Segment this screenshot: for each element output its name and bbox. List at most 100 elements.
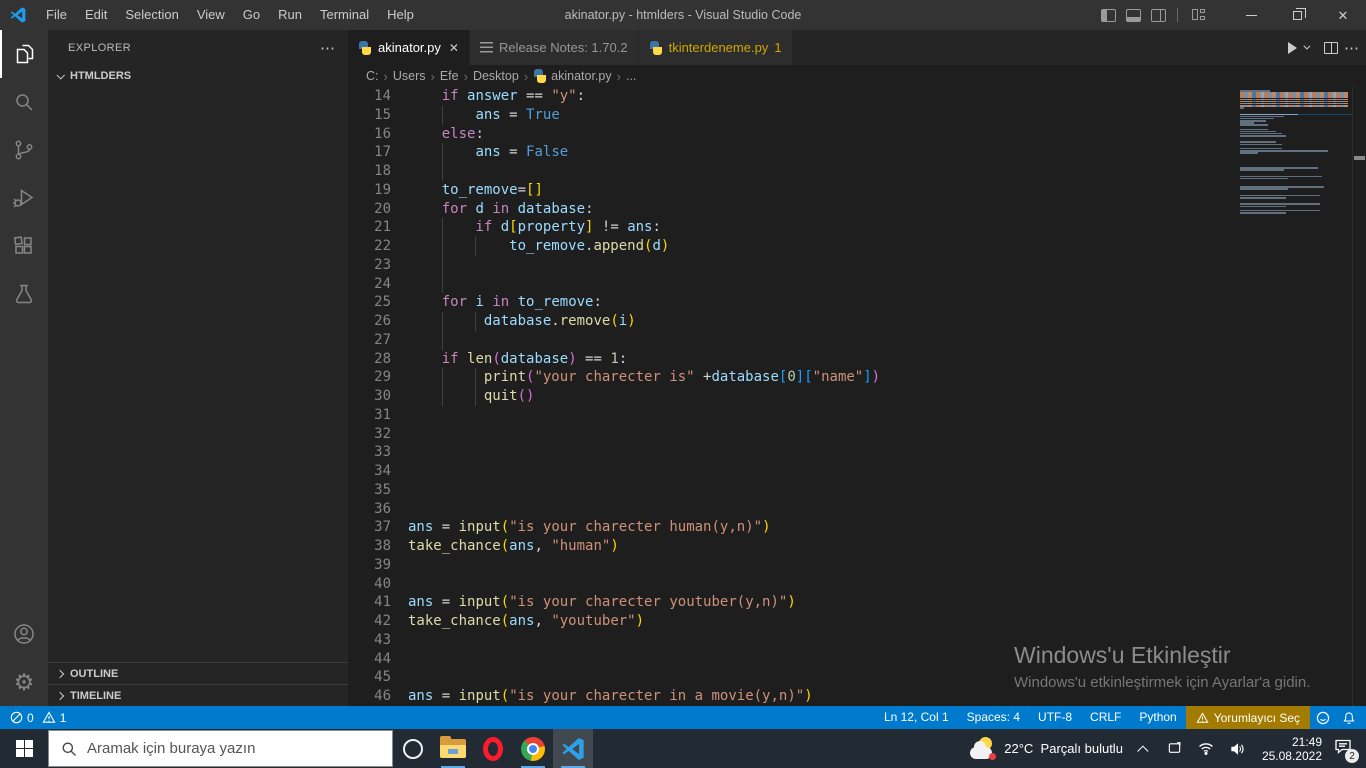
line-number: 17 — [374, 144, 391, 161]
select-interpreter-button[interactable]: Yorumlayıcı Seç — [1185, 706, 1310, 729]
titlebar-separator — [1177, 8, 1178, 22]
explorer-actions-icon[interactable]: ⋯ — [320, 39, 336, 57]
split-editor-icon[interactable] — [1324, 41, 1338, 54]
taskbar-search[interactable] — [48, 730, 393, 767]
toggle-panel-icon[interactable] — [1126, 8, 1141, 22]
settings-gear-icon[interactable]: ⚙ — [0, 658, 48, 706]
search-icon[interactable] — [0, 78, 48, 126]
toggle-sidebar-icon[interactable] — [1101, 8, 1116, 22]
breadcrumb-separator: › — [523, 68, 529, 84]
menu-item-file[interactable]: File — [37, 0, 76, 30]
minimize-button[interactable] — [1228, 0, 1274, 30]
sidebar-folder-htmlders[interactable]: HTMLDERS — [48, 65, 348, 87]
code-line-24: 24 — [348, 274, 1240, 294]
line-number: 19 — [374, 181, 391, 198]
code-line-38: 38 take_chance(ans, "human") — [348, 537, 1240, 556]
code-line-37: 37 ans = input("is your charecter human(y… — [348, 518, 1240, 537]
windows-logo-icon — [15, 740, 33, 757]
sidebar-section-timeline[interactable]: TIMELINE — [48, 684, 348, 706]
tab-label: Release Notes: 1.70.2 — [498, 40, 628, 55]
sidebar-section-outline[interactable]: OUTLINE — [48, 662, 348, 684]
notifications-bell-icon[interactable] — [1336, 706, 1362, 729]
accounts-icon[interactable] — [0, 610, 48, 658]
title-bar: File Edit Selection View Go Run Terminal Help a… — [0, 0, 1366, 30]
close-button[interactable]: ✕ — [1320, 0, 1366, 30]
file-explorer-button[interactable] — [433, 729, 473, 768]
source-control-icon[interactable] — [0, 126, 48, 174]
testing-icon[interactable] — [0, 270, 48, 318]
menu-item-edit[interactable]: Edit — [76, 0, 116, 30]
chrome-button[interactable] — [513, 729, 553, 768]
menu-item-terminal[interactable]: Terminal — [311, 0, 378, 30]
run-dropdown-icon[interactable] — [1303, 42, 1311, 50]
extensions-icon[interactable] — [0, 222, 48, 270]
windows-taskbar: 22°C Parçalı bulutlu 21:49 25.08.2022 2 — [0, 729, 1366, 768]
line-number: 27 — [374, 331, 391, 348]
cortana-button[interactable] — [393, 729, 433, 768]
run-python-file-icon[interactable] — [1288, 41, 1297, 54]
python-icon — [533, 69, 547, 83]
line-number: 26 — [374, 313, 391, 329]
explorer-sidebar: EXPLORER ⋯ HTMLDERS OUTLINE TIMELINE — [48, 30, 348, 706]
weather-status[interactable]: 22°C Parçalı bulutlu — [1004, 741, 1123, 756]
breadcrumb-item[interactable]: Efe — [440, 69, 459, 83]
close-icon[interactable]: ✕ — [449, 41, 459, 55]
chevron-right-icon — [55, 691, 65, 700]
show-hidden-icons-chevron[interactable] — [1137, 744, 1149, 757]
menu-item-run[interactable]: Run — [269, 0, 311, 30]
breadcrumb-item[interactable]: C: — [366, 69, 379, 83]
volume-icon[interactable] — [1230, 742, 1245, 756]
restore-button[interactable] — [1274, 0, 1320, 30]
start-button[interactable] — [0, 729, 48, 768]
minimap[interactable] — [1240, 87, 1352, 706]
menu-item-go[interactable]: Go — [234, 0, 269, 30]
vscode-button[interactable] — [553, 729, 593, 768]
chevron-down-icon — [56, 71, 65, 80]
code-editor[interactable]: 14 if answer == "y": 15 ans = True 16 else… — [348, 87, 1240, 706]
menu-item-view[interactable]: View — [188, 0, 234, 30]
line-number: 14 — [374, 88, 391, 104]
breadcrumb-item[interactable]: akinator.py — [533, 69, 612, 83]
more-actions-icon[interactable]: ⋯ — [1344, 39, 1360, 57]
tray-device-icon[interactable] — [1167, 741, 1182, 756]
status-item-utf-8[interactable]: UTF-8 — [1029, 706, 1081, 729]
weather-icon[interactable] — [970, 736, 998, 761]
status-item-crlf[interactable]: CRLF — [1081, 706, 1130, 729]
desktop: File Edit Selection View Go Run Terminal Help a… — [0, 0, 1366, 768]
menu-item-help[interactable]: Help — [378, 0, 423, 30]
customize-layout-icon[interactable] — [1192, 8, 1206, 22]
scrollbar[interactable] — [1352, 87, 1366, 706]
explorer-icon[interactable] — [0, 30, 48, 78]
problems-status[interactable]: 0 1 — [0, 711, 66, 725]
breadcrumb-item[interactable]: Desktop — [473, 69, 519, 83]
status-item-python[interactable]: Python — [1130, 706, 1185, 729]
line-number: 38 — [374, 538, 391, 554]
taskbar-clock[interactable]: 21:49 25.08.2022 — [1262, 735, 1322, 763]
tab-problems-badge: 1 — [774, 40, 782, 55]
feedback-icon[interactable] — [1310, 706, 1336, 729]
code-line-14: 14 if answer == "y": — [348, 87, 1240, 106]
error-count: 0 — [27, 710, 34, 725]
breadcrumb-item[interactable]: ... — [626, 69, 636, 83]
breadcrumb-item[interactable]: Users — [393, 69, 426, 83]
line-number: 16 — [374, 125, 391, 142]
code-line-32: 32 — [348, 425, 1240, 444]
search-input[interactable] — [87, 740, 357, 757]
opera-button[interactable] — [473, 729, 513, 768]
menu-item-selection[interactable]: Selection — [116, 0, 187, 30]
code-line-21: 21 if d[property] != ans: — [348, 218, 1240, 237]
status-item-ln-12-col-1[interactable]: Ln 12, Col 1 — [875, 706, 958, 729]
code-line-16: 16 else: — [348, 125, 1240, 144]
tab-tkinterdeneme-py[interactable]: tkinterdeneme.py 1 — [638, 30, 793, 65]
status-item-spaces-4[interactable]: Spaces: 4 — [958, 706, 1029, 729]
code-line-46: 46 ans = input("is your charecter in a mo… — [348, 687, 1240, 706]
action-center-button[interactable]: 2 — [1334, 738, 1359, 763]
code-line-41: 41 ans = input("is your charecter youtube… — [348, 593, 1240, 612]
status-bar: 0 1 Ln 12, Col 1 Spaces: 4 UTF-8 CRLF Python… — [0, 706, 1366, 729]
wifi-icon[interactable] — [1198, 742, 1214, 755]
tab-akinator-py[interactable]: akinator.py ✕ — [348, 30, 470, 65]
tab-release-notes-1-70-2[interactable]: Release Notes: 1.70.2 — [469, 30, 639, 65]
toggle-secondary-sidebar-icon[interactable] — [1151, 8, 1166, 22]
code-line-22: 22 to_remove.append(d) — [348, 237, 1240, 256]
run-debug-icon[interactable] — [0, 174, 48, 222]
